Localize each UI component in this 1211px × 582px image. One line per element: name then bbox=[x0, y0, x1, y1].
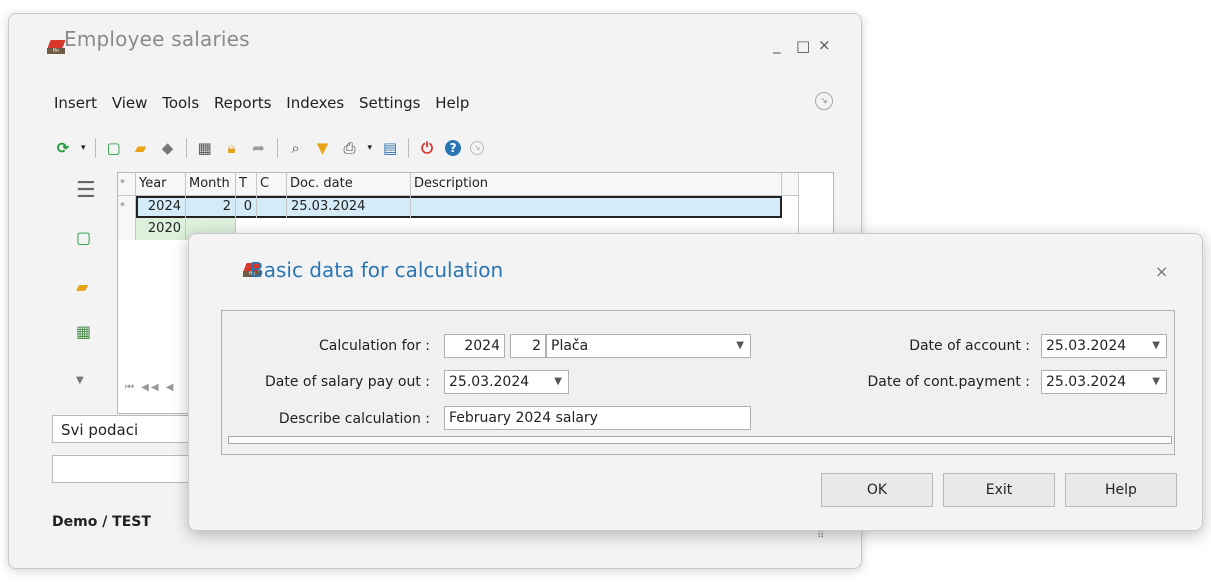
cell-year[interactable]: 2020 bbox=[136, 218, 186, 240]
chevron-down-icon: ▼ bbox=[1152, 340, 1160, 351]
refresh-icon[interactable]: ⟳ bbox=[54, 139, 72, 157]
describe-calculation-label: Describe calculation : bbox=[278, 411, 430, 427]
column-header-month[interactable]: Month bbox=[186, 173, 236, 195]
menu-view[interactable]: View bbox=[112, 94, 148, 112]
contpay-date-value: 25.03.2024 bbox=[1046, 374, 1127, 390]
search-icon[interactable]: ⌕ bbox=[287, 139, 305, 157]
filter-select[interactable]: Svi podaci bbox=[52, 415, 202, 443]
cell-year[interactable]: 2024 bbox=[136, 196, 186, 218]
cell-month[interactable]: 2 bbox=[186, 196, 236, 218]
grid-navigator[interactable]: ⏮ ◀◀ ◀ bbox=[125, 382, 175, 393]
app-icon: fin bbox=[47, 40, 66, 54]
calc-type-select[interactable]: Plača ▼ bbox=[546, 334, 751, 358]
minimize-button[interactable]: _ bbox=[773, 36, 781, 54]
account-date-picker[interactable]: 25.03.2024 ▼ bbox=[1041, 334, 1167, 358]
column-header-t[interactable]: T bbox=[236, 173, 257, 195]
date-of-account-label: Date of account : bbox=[909, 338, 1030, 354]
calculation-for-label: Calculation for : bbox=[319, 338, 430, 354]
panel-divider bbox=[228, 436, 1172, 444]
separator bbox=[408, 138, 410, 158]
new-document-icon[interactable]: ▢ bbox=[105, 139, 123, 157]
new-document-icon[interactable]: ▢ bbox=[76, 228, 91, 247]
calc-month-field[interactable]: 2 bbox=[510, 334, 546, 358]
menu-bar: Insert View Tools Reports Indexes Settin… bbox=[54, 94, 479, 114]
cell-description[interactable] bbox=[411, 196, 782, 218]
contpay-date-picker[interactable]: 25.03.2024 ▼ bbox=[1041, 370, 1167, 394]
separator bbox=[276, 138, 278, 158]
column-header-marker: * bbox=[118, 173, 136, 195]
grid-header: * Year Month T C Doc. date Description bbox=[118, 173, 798, 196]
payout-date-value: 25.03.2024 bbox=[449, 374, 530, 390]
filter-input[interactable] bbox=[52, 455, 202, 483]
column-header-description[interactable]: Description bbox=[411, 173, 782, 195]
payout-date-picker[interactable]: 25.03.2024 ▼ bbox=[444, 370, 569, 394]
column-header-doc-date[interactable]: Doc. date bbox=[287, 173, 411, 195]
ok-button[interactable]: OK bbox=[821, 473, 933, 507]
dialog-title: Basic data for calculation bbox=[250, 258, 504, 282]
exit-button[interactable]: Exit bbox=[943, 473, 1055, 507]
status-label: Demo / TEST bbox=[52, 514, 151, 530]
dialog-close-button[interactable]: × bbox=[1155, 262, 1168, 281]
separator bbox=[185, 138, 187, 158]
chevron-down-icon: ▼ bbox=[554, 376, 562, 387]
chevron-down-icon[interactable]: ▾ bbox=[81, 143, 86, 153]
hamburger-menu-icon[interactable]: ☰ bbox=[76, 178, 96, 203]
maximize-button[interactable]: □ bbox=[796, 37, 810, 55]
menu-tools[interactable]: Tools bbox=[162, 94, 199, 112]
lock-icon[interactable]: 🔒︎ bbox=[223, 139, 241, 157]
column-header-c[interactable]: C bbox=[257, 173, 287, 195]
collapse-ribbon-icon[interactable]: ↘ bbox=[815, 92, 833, 110]
close-button[interactable]: × bbox=[818, 36, 831, 54]
menu-reports[interactable]: Reports bbox=[214, 94, 272, 112]
help-button[interactable]: Help bbox=[1065, 473, 1177, 507]
chevron-down-icon[interactable]: ▼ bbox=[76, 375, 84, 386]
separator bbox=[94, 138, 96, 158]
describe-calculation-field[interactable]: February 2024 salary bbox=[444, 406, 751, 430]
grid-settings-icon[interactable]: ▦ bbox=[76, 322, 91, 341]
open-folder-icon[interactable]: ▰ bbox=[76, 277, 88, 296]
open-folder-icon[interactable]: ▰ bbox=[132, 139, 150, 157]
menu-settings[interactable]: Settings bbox=[359, 94, 421, 112]
column-header-year[interactable]: Year bbox=[136, 173, 186, 195]
menu-indexes[interactable]: Indexes bbox=[286, 94, 344, 112]
row-marker bbox=[118, 218, 136, 240]
chevron-down-icon: ▼ bbox=[1152, 376, 1160, 387]
eraser-icon[interactable]: ◆ bbox=[159, 139, 177, 157]
print-icon[interactable]: ⎙ bbox=[341, 139, 359, 157]
report-preview-icon[interactable]: ▤ bbox=[381, 139, 399, 157]
account-date-value: 25.03.2024 bbox=[1046, 338, 1127, 354]
menu-help[interactable]: Help bbox=[435, 94, 469, 112]
filter-icon[interactable]: ▼ bbox=[314, 139, 332, 157]
power-icon[interactable]: ⏻ bbox=[418, 139, 436, 157]
calc-type-value: Plača bbox=[551, 338, 589, 354]
cell-t[interactable]: 0 bbox=[236, 196, 257, 218]
chevron-down-icon: ▼ bbox=[736, 340, 744, 351]
payout-date-label: Date of salary pay out : bbox=[265, 374, 430, 390]
forward-arrow-icon[interactable]: ➦ bbox=[250, 139, 268, 157]
toolbar: ⟳ ▾ ▢ ▰ ◆ ▦ 🔒︎ ➦ ⌕ ▼ ⎙ ▾ ▤ ⏻ ? ↘ bbox=[54, 136, 485, 160]
row-marker: * bbox=[118, 196, 136, 218]
menu-insert[interactable]: Insert bbox=[54, 94, 97, 112]
expand-icon[interactable]: ↘ bbox=[470, 141, 485, 155]
cell-c[interactable] bbox=[257, 196, 287, 218]
table-row[interactable]: * 2024 2 0 25.03.2024 bbox=[118, 196, 798, 218]
date-of-cont-payment-label: Date of cont.payment : bbox=[867, 374, 1030, 390]
window-title: Employee salaries bbox=[64, 27, 250, 51]
calc-year-field[interactable]: 2024 bbox=[444, 334, 505, 358]
resize-grip-icon[interactable]: ⠿ bbox=[817, 530, 824, 541]
cell-doc-date[interactable]: 25.03.2024 bbox=[287, 196, 411, 218]
calculator-icon[interactable]: ▦ bbox=[196, 139, 214, 157]
help-icon[interactable]: ? bbox=[445, 140, 462, 156]
chevron-down-icon[interactable]: ▾ bbox=[368, 143, 373, 153]
